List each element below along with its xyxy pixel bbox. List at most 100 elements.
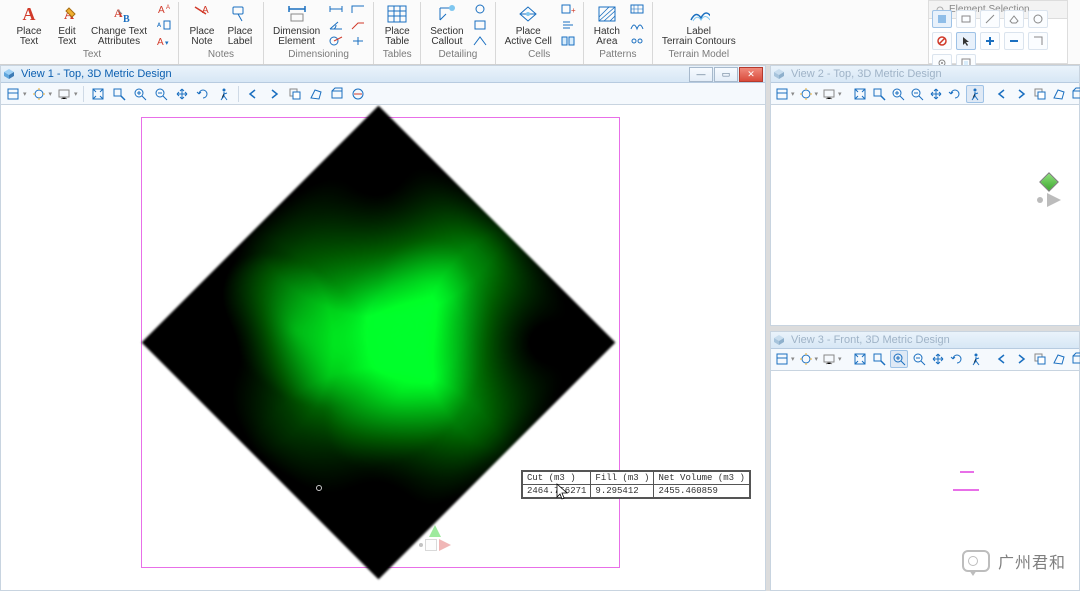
pattern-b-icon[interactable] (628, 18, 646, 31)
dim-radius-icon[interactable] (327, 34, 345, 47)
cell-define-icon[interactable]: + (559, 2, 577, 15)
zoom-in-button[interactable] (890, 85, 906, 103)
detail-c-icon[interactable] (471, 34, 489, 47)
place-text-button[interactable]: A Place Text (12, 2, 46, 48)
place-active-cell-button[interactable]: Place Active Cell (502, 2, 555, 48)
zoom-fit-button[interactable] (852, 350, 868, 368)
walk-button[interactable] (968, 350, 984, 368)
pan-button[interactable] (173, 85, 191, 103)
view-attrs-button[interactable] (774, 350, 790, 368)
view-attrs-button[interactable] (4, 85, 22, 103)
svg-text:A: A (23, 4, 36, 24)
dimension-element-button[interactable]: Dimension Element (270, 2, 323, 48)
dim-leader-icon[interactable] (349, 18, 367, 31)
detail-a-icon[interactable] (471, 2, 489, 15)
superscript-icon[interactable]: AA (154, 2, 172, 15)
text-case-icon[interactable]: A▾ (154, 34, 172, 47)
view2-titlebar[interactable]: View 2 - Top, 3D Metric Design (771, 66, 1079, 83)
detail-b-icon[interactable] (471, 18, 489, 31)
view1-maximize-button[interactable]: ▭ (714, 67, 738, 82)
view-attrs-button[interactable] (774, 85, 790, 103)
front-profile-segment-a (960, 471, 974, 473)
next-view-button[interactable] (265, 85, 283, 103)
walk-button[interactable] (966, 85, 984, 103)
view-presentation-button[interactable] (821, 85, 837, 103)
view2-canvas[interactable] (771, 105, 1079, 325)
view1-titlebar[interactable]: View 1 - Top, 3D Metric Design — ▭ ✕ (1, 66, 765, 83)
dim-center-icon[interactable] (349, 34, 367, 47)
view-presentation-button[interactable] (821, 350, 837, 368)
select-circle-icon[interactable] (1028, 10, 1048, 28)
place-label-button[interactable]: Place Label (223, 2, 257, 48)
invert-sel-icon[interactable] (1028, 32, 1048, 50)
change-text-attributes-button[interactable]: AB Change Text Attributes (88, 2, 150, 48)
copy-view-button[interactable] (1032, 350, 1048, 368)
rotate-view-button[interactable] (194, 85, 212, 103)
select-line-icon[interactable] (980, 10, 1000, 28)
cell-replace-icon[interactable] (559, 18, 577, 31)
select-rect-icon[interactable] (956, 10, 976, 28)
subtract-sel-icon[interactable] (1004, 32, 1024, 50)
view1-canvas[interactable]: Cut (m3 ) Fill (m3 ) Net Volume (m3 ) 24… (1, 105, 765, 590)
place-note-button[interactable]: A Place Note (185, 2, 219, 48)
zoom-window-button[interactable] (871, 85, 887, 103)
zoom-in-button[interactable] (890, 350, 908, 368)
text-style-icon[interactable]: ᴬ (154, 18, 172, 31)
view1-minimize-button[interactable]: — (689, 67, 713, 82)
view-perspective-button[interactable] (1051, 85, 1067, 103)
view-perspective-button[interactable] (1051, 350, 1067, 368)
pan-button[interactable] (928, 85, 944, 103)
view3-titlebar[interactable]: View 3 - Front, 3D Metric Design (771, 332, 1079, 349)
edit-text-button[interactable]: A Edit Text (50, 2, 84, 48)
prev-view-button[interactable] (994, 85, 1010, 103)
add-sel-icon[interactable] (980, 32, 1000, 50)
clip-volume-button[interactable] (1070, 85, 1080, 103)
clip-mask-button[interactable] (349, 85, 367, 103)
cell-lib-icon[interactable] (559, 34, 577, 47)
copy-view-button[interactable] (1032, 85, 1048, 103)
label-terrain-contours-label: Label Terrain Contours (662, 27, 736, 47)
hatch-area-button[interactable]: Hatch Area (590, 2, 624, 48)
clip-volume-button[interactable] (1070, 350, 1080, 368)
prev-view-button[interactable] (244, 85, 262, 103)
next-view-button[interactable] (1013, 350, 1029, 368)
next-view-button[interactable] (1013, 85, 1029, 103)
select-shape-icon[interactable] (1004, 10, 1024, 28)
view1-axis-gizmo[interactable] (419, 525, 451, 551)
zoom-in-button[interactable] (131, 85, 149, 103)
dim-angle-icon[interactable] (327, 18, 345, 31)
vt-header-fill: Fill (m3 ) (591, 472, 654, 485)
zoom-window-button[interactable] (110, 85, 128, 103)
copy-view-button[interactable] (286, 85, 304, 103)
edit-text-label: Edit Text (58, 27, 76, 47)
walk-button[interactable] (215, 85, 233, 103)
pan-button[interactable] (930, 350, 946, 368)
cursor-icon[interactable] (956, 32, 976, 50)
rotate-view-button[interactable] (947, 85, 963, 103)
zoom-out-button[interactable] (909, 85, 925, 103)
select-icon[interactable] (932, 10, 952, 28)
label-terrain-contours-button[interactable]: Label Terrain Contours (659, 2, 739, 48)
view1-close-button[interactable]: ✕ (739, 67, 763, 82)
prev-view-button[interactable] (994, 350, 1010, 368)
zoom-out-button[interactable] (911, 350, 927, 368)
view-presentation-button[interactable] (55, 85, 73, 103)
view-perspective-button[interactable] (307, 85, 325, 103)
view-display-button[interactable] (798, 350, 814, 368)
place-table-button[interactable]: Place Table (380, 2, 414, 48)
clip-volume-button[interactable] (328, 85, 346, 103)
zoom-out-button[interactable] (152, 85, 170, 103)
pattern-c-icon[interactable] (628, 34, 646, 47)
zoom-fit-button[interactable] (852, 85, 868, 103)
view2-nav-cube[interactable] (1037, 175, 1061, 207)
zoom-window-button[interactable] (871, 350, 887, 368)
select-stop-icon[interactable] (932, 32, 952, 50)
view-display-button[interactable] (30, 85, 48, 103)
zoom-fit-button[interactable] (89, 85, 107, 103)
pattern-a-icon[interactable] (628, 2, 646, 15)
rotate-view-button[interactable] (949, 350, 965, 368)
section-callout-button[interactable]: Section Callout (427, 2, 466, 48)
dim-linear-icon[interactable] (327, 2, 345, 15)
view-display-button[interactable] (798, 85, 814, 103)
dim-ordinate-icon[interactable] (349, 2, 367, 15)
